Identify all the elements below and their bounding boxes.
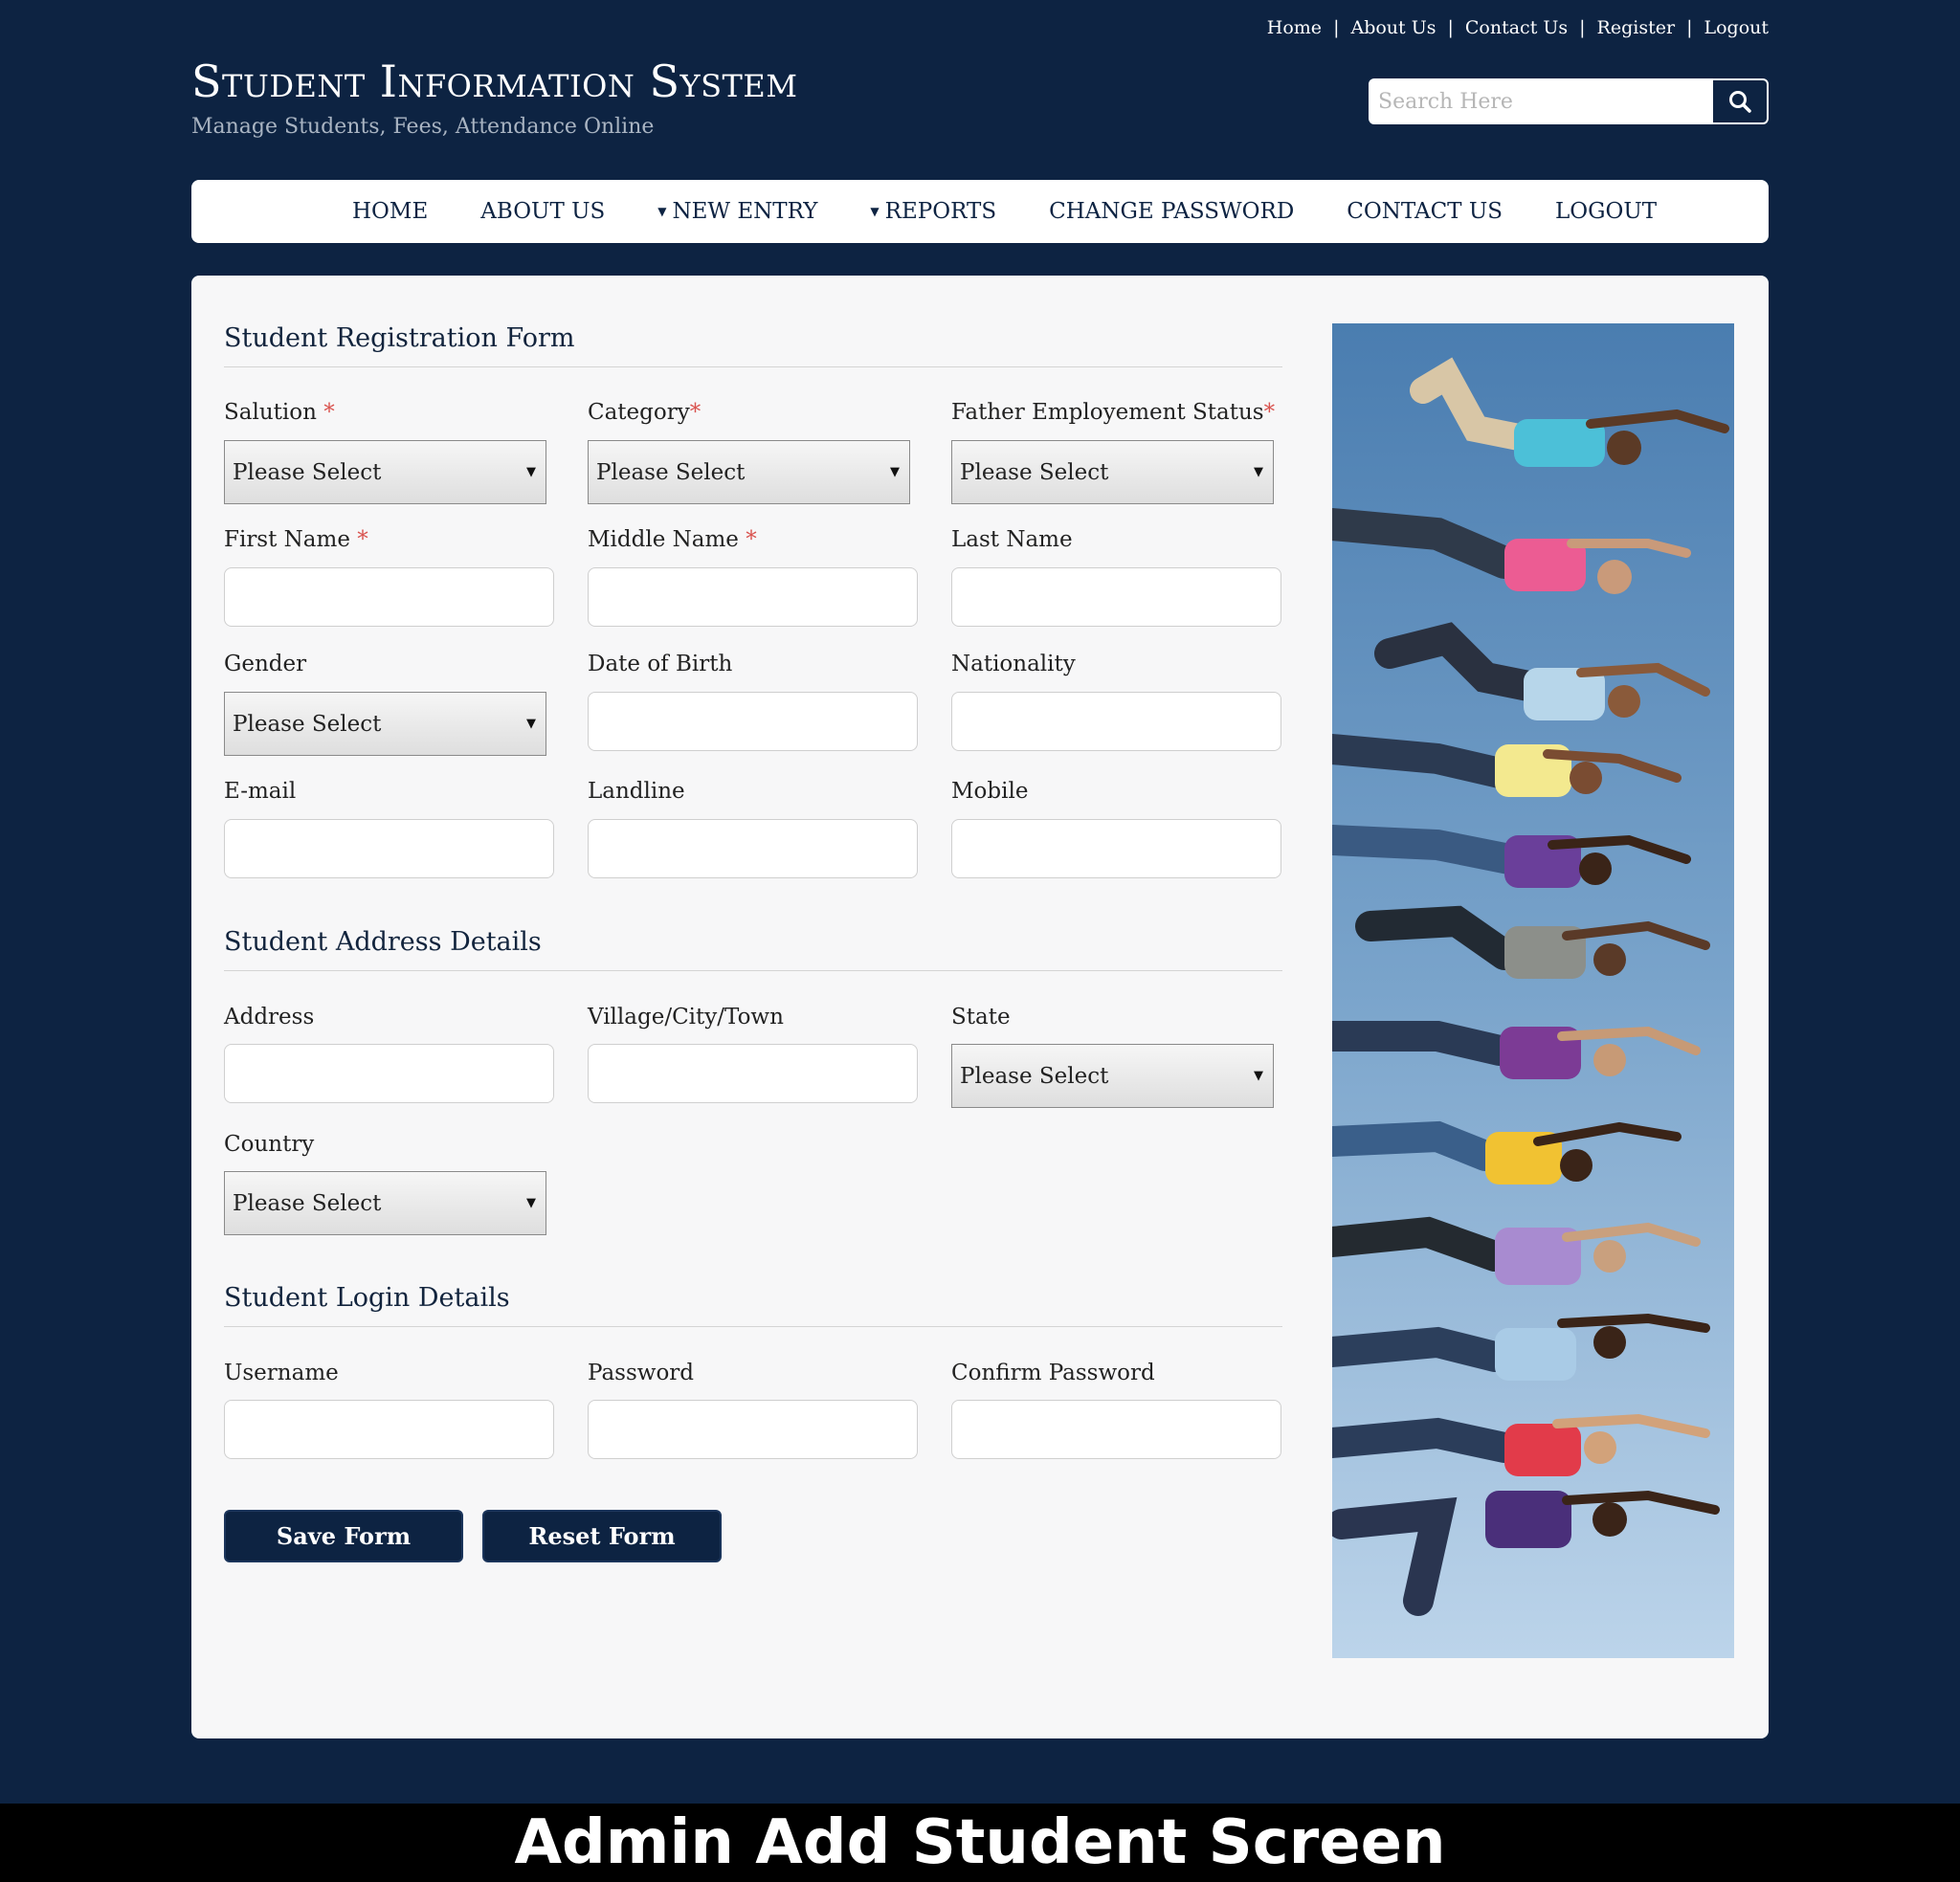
site-tagline: Manage Students, Fees, Attendance Online [191, 115, 655, 139]
label-mobile: Mobile [951, 779, 1029, 804]
label-nationality: Nationality [951, 652, 1076, 676]
label-text: Middle Name [588, 527, 739, 552]
students-jumping-image [1332, 323, 1734, 1658]
label-state: State [951, 1005, 1011, 1030]
label-salution: Salution * [224, 400, 335, 425]
nav-home[interactable]: HOME [352, 199, 428, 224]
students-illustration [1332, 323, 1734, 1658]
main-nav: HOME ABOUT US ▼ NEW ENTRY ▼ REPORTS CHANGE… [191, 180, 1769, 243]
search-icon [1729, 91, 1751, 113]
dropdown-arrow-icon: ▼ [526, 1196, 536, 1210]
dropdown-arrow-icon: ▼ [526, 465, 536, 479]
father-status-select[interactable]: Please Select ▼ [951, 440, 1274, 504]
label-username: Username [224, 1361, 339, 1385]
top-link-logout[interactable]: Logout [1692, 17, 1769, 38]
top-link-register[interactable]: Register [1586, 17, 1687, 38]
top-link-home[interactable]: Home [1256, 17, 1333, 38]
last-name-field[interactable] [951, 567, 1281, 627]
confirm-password-field[interactable] [951, 1400, 1281, 1459]
search-input[interactable] [1370, 80, 1713, 122]
select-value: Please Select [960, 459, 1109, 485]
label-landline: Landline [588, 779, 685, 804]
section-title-login: Student Login Details [224, 1283, 1282, 1327]
nav-label: NEW ENTRY [672, 199, 818, 224]
screen-caption: Admin Add Student Screen [0, 1804, 1960, 1882]
mobile-field[interactable] [951, 819, 1281, 878]
form-panel: Student Registration Form Salution * Ple… [191, 276, 1769, 1738]
dropdown-arrow-icon: ▼ [1254, 1069, 1263, 1083]
country-select[interactable]: Please Select ▼ [224, 1171, 546, 1235]
label-text: First Name [224, 527, 350, 552]
select-value: Please Select [960, 1063, 1109, 1089]
label-father-status: Father Employement Status* [951, 400, 1275, 425]
required-mark: * [746, 527, 757, 552]
label-last-name: Last Name [951, 527, 1073, 552]
required-mark: * [1263, 400, 1276, 425]
dropdown-arrow-icon: ▼ [1254, 465, 1263, 479]
label-confirm-password: Confirm Password [951, 1361, 1155, 1385]
label-email: E-mail [224, 779, 297, 804]
city-field[interactable] [588, 1044, 918, 1103]
label-first-name: First Name * [224, 527, 368, 552]
landline-field[interactable] [588, 819, 918, 878]
label-text: Father Employement Status [951, 400, 1264, 425]
section-title-address: Student Address Details [224, 927, 1282, 971]
required-mark: * [357, 527, 368, 552]
top-links: Home | About Us | Contact Us | Register … [1256, 17, 1769, 38]
label-gender: Gender [224, 652, 307, 676]
nav-change-password[interactable]: CHANGE PASSWORD [1049, 199, 1294, 224]
label-country: Country [224, 1132, 315, 1157]
select-value: Please Select [233, 459, 382, 485]
nav-logout[interactable]: LOGOUT [1555, 199, 1657, 224]
label-city: Village/City/Town [588, 1005, 784, 1030]
username-field[interactable] [224, 1400, 554, 1459]
label-dob: Date of Birth [588, 652, 733, 676]
search-box [1369, 78, 1769, 124]
top-link-contact[interactable]: Contact Us [1454, 17, 1579, 38]
nav-label: REPORTS [884, 199, 997, 224]
nav-contact-us[interactable]: CONTACT US [1347, 199, 1503, 224]
select-value: Please Select [596, 459, 746, 485]
email-field[interactable] [224, 819, 554, 878]
nav-label: HOME [352, 199, 429, 224]
save-form-button[interactable]: Save Form [224, 1510, 463, 1562]
nav-new-entry[interactable]: ▼ NEW ENTRY [657, 199, 817, 224]
site-title[interactable]: Student Information System [191, 59, 798, 103]
nav-label: LOGOUT [1554, 199, 1658, 224]
nav-label: CHANGE PASSWORD [1049, 199, 1295, 224]
gender-select[interactable]: Please Select ▼ [224, 692, 546, 756]
label-middle-name: Middle Name * [588, 527, 757, 552]
search-button[interactable] [1713, 80, 1767, 122]
select-value: Please Select [233, 1190, 382, 1216]
brand: Student Information System Manage Studen… [191, 59, 798, 139]
nav-label: ABOUT US [480, 199, 606, 224]
required-mark: * [323, 400, 335, 425]
label-category: Category* [588, 400, 701, 425]
nationality-field[interactable] [951, 692, 1281, 751]
dropdown-arrow-icon: ▼ [890, 465, 900, 479]
first-name-field[interactable] [224, 567, 554, 627]
label-password: Password [588, 1361, 695, 1385]
reset-form-button[interactable]: Reset Form [482, 1510, 722, 1562]
password-field[interactable] [588, 1400, 918, 1459]
caret-down-icon: ▼ [870, 205, 880, 218]
nav-reports[interactable]: ▼ REPORTS [870, 199, 996, 224]
label-text: Category [588, 400, 690, 425]
middle-name-field[interactable] [588, 567, 918, 627]
caret-down-icon: ▼ [657, 205, 667, 218]
salution-select[interactable]: Please Select ▼ [224, 440, 546, 504]
required-mark: * [689, 400, 702, 425]
state-select[interactable]: Please Select ▼ [951, 1044, 1274, 1108]
dob-field[interactable] [588, 692, 918, 751]
nav-label: CONTACT US [1347, 199, 1503, 224]
category-select[interactable]: Please Select ▼ [588, 440, 910, 504]
dropdown-arrow-icon: ▼ [526, 717, 536, 731]
nav-about-us[interactable]: ABOUT US [480, 199, 605, 224]
section-title-registration: Student Registration Form [224, 323, 1282, 367]
label-address: Address [224, 1005, 315, 1030]
label-text: Salution [224, 400, 317, 425]
address-field[interactable] [224, 1044, 554, 1103]
select-value: Please Select [233, 711, 382, 737]
top-link-about[interactable]: About Us [1339, 17, 1447, 38]
